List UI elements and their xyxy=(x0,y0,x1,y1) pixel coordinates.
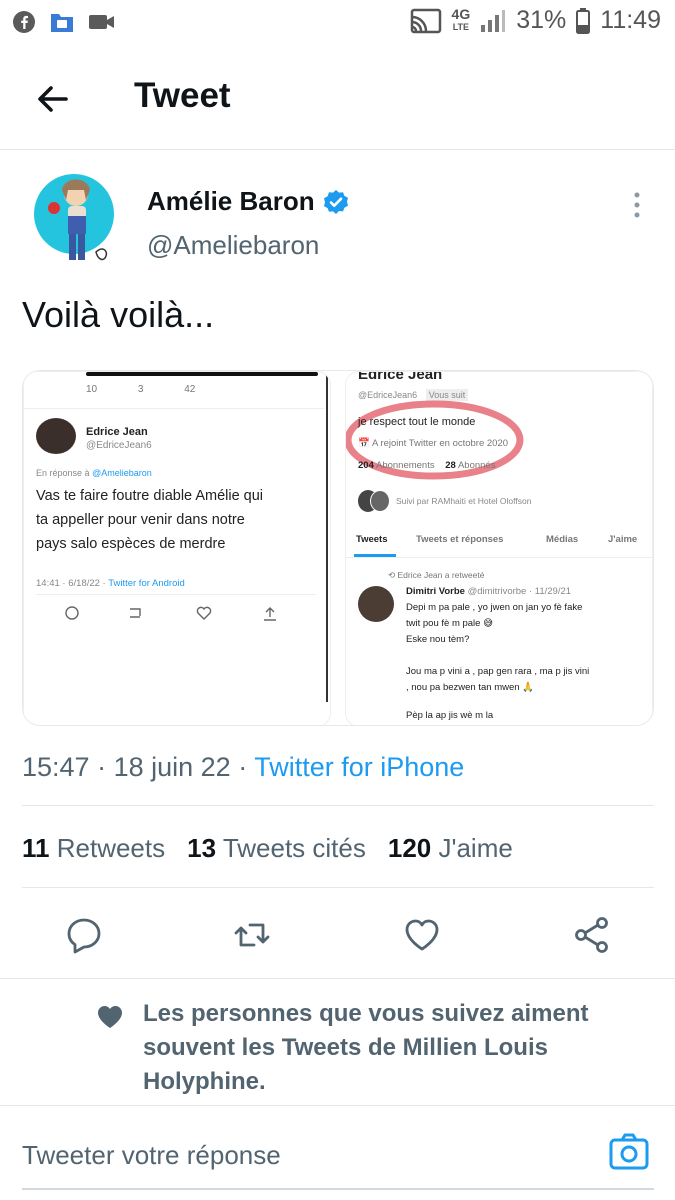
edrice-tweet-line-1: Vas te faire foutre diable Amélie qui xyxy=(36,488,264,504)
signal-icon xyxy=(481,9,506,32)
rt-header: Dimitri Vorbe @dimitrivorbe · 11/29/21 xyxy=(406,586,572,597)
page-title: Tweet xyxy=(134,76,231,115)
author-name[interactable]: Amélie Baron xyxy=(147,186,315,217)
cast-icon xyxy=(410,8,441,33)
share-icon[interactable] xyxy=(572,915,612,955)
verified-badge-icon xyxy=(323,189,348,214)
rt-line-6: , nou pa bezwen tan mwen 🙏 xyxy=(406,682,535,693)
reply-icon[interactable] xyxy=(64,915,104,955)
tab-likes: J'aime xyxy=(608,534,638,545)
network-type: 4G LTE xyxy=(451,5,471,32)
more-options-icon[interactable] xyxy=(628,190,646,220)
divider xyxy=(22,805,654,806)
tweet-timestamp: 15:47 · 18 juin 22 · Twitter for iPhone xyxy=(22,752,465,782)
heart-icon xyxy=(98,1006,122,1028)
followed-by-text: Suivi par RAMhaiti et Hotel Oloffson xyxy=(396,496,532,506)
video-camera-icon xyxy=(89,15,114,29)
reply-composer[interactable]: Tweeter votre réponse xyxy=(0,1106,675,1200)
edrice-tweet-line-3: pays salo espèces de merdre xyxy=(36,536,226,552)
retweet-count: 3 xyxy=(137,384,144,395)
rt-line-2: twit pou fè m pale 😅 xyxy=(406,618,493,629)
author-handle[interactable]: @Ameliebaron xyxy=(147,230,319,261)
tweet-time: 15:47 xyxy=(22,752,90,782)
profile-counts: 204 Abonnements 28 Abonnés xyxy=(358,460,496,471)
tweet-actions xyxy=(0,905,675,965)
tab-tweets-replies: Tweets et réponses xyxy=(416,534,504,545)
profile-bio: je respect tout le monde xyxy=(358,416,476,428)
edrice-handle: @EdriceJean6 xyxy=(86,440,152,451)
profile-name: Edrice Jean xyxy=(358,371,443,383)
divider xyxy=(22,887,654,888)
tweet-date: 18 juin 22 xyxy=(113,752,231,782)
tweet-text: Voilà voilà... xyxy=(22,294,215,335)
social-context-text: Les personnes que vous suivez aiment sou… xyxy=(143,1000,589,1095)
scrollbar xyxy=(326,372,328,702)
author-name-row[interactable]: Amélie Baron xyxy=(147,186,349,217)
reply-count: 10 xyxy=(86,384,98,395)
counts-row: 10 3 42 xyxy=(86,384,195,395)
edrice-avatar xyxy=(36,418,76,454)
camera-icon[interactable] xyxy=(608,1132,650,1172)
tweet-media[interactable]: 10 3 42 Edrice Jean @EdriceJean6 En répo… xyxy=(22,370,654,726)
engagement-stats: 11 Retweets 13 Tweets cités 120 J'aime xyxy=(22,833,513,864)
reply-to-line: En réponse à @Ameliebaron xyxy=(36,468,152,478)
mini-action-icons xyxy=(65,606,276,621)
like-icon[interactable] xyxy=(402,915,442,955)
folder-icon xyxy=(51,14,73,32)
avatar[interactable] xyxy=(30,168,126,272)
battery-icon xyxy=(576,7,591,34)
media-image-left[interactable]: 10 3 42 Edrice Jean @EdriceJean6 En répo… xyxy=(23,371,331,725)
retweet-icon[interactable] xyxy=(232,915,272,955)
facebook-icon xyxy=(13,11,35,33)
tab-tweets: Tweets xyxy=(356,534,388,545)
battery-percent: 31% xyxy=(516,6,567,34)
social-context: Les personnes que vous suivez aiment sou… xyxy=(0,978,675,1106)
rt-avatar xyxy=(358,586,394,622)
top-app-bar: Tweet xyxy=(0,46,675,150)
media-image-right[interactable]: Edrice Jean @EdriceJean6 Vous suit je re… xyxy=(345,371,653,725)
back-arrow-icon[interactable] xyxy=(30,76,76,122)
divider xyxy=(24,408,324,409)
clock: 11:49 xyxy=(600,6,661,34)
quote-tweets-stat[interactable]: 13 Tweets cités xyxy=(187,833,366,864)
retweet-note: ⟲ Edrice Jean a retweeté xyxy=(388,570,485,580)
tab-media: Médias xyxy=(546,534,579,545)
profile-joined: 📅 A rejoint Twitter en octobre 2020 xyxy=(358,438,509,449)
retweets-stat[interactable]: 11 Retweets xyxy=(22,833,165,864)
rt-line-8: Pèp la ap jis wè m la xyxy=(406,710,494,721)
rt-line-1: Depi m pa pale , yo jwen on jan yo fè fa… xyxy=(406,602,583,613)
tab-active-indicator xyxy=(354,554,396,557)
like-count: 42 xyxy=(184,384,196,395)
status-bar: 4G LTE 31% 11:49 xyxy=(0,0,675,46)
reply-input[interactable]: Tweeter votre réponse xyxy=(22,1140,281,1171)
likes-stat[interactable]: 120 J'aime xyxy=(388,833,513,864)
profile-tabs: Tweets Tweets et réponses Médias J'aime xyxy=(346,532,652,558)
rt-line-3: Eske nou tèm? xyxy=(406,634,470,645)
phone-edge xyxy=(86,372,318,376)
divider xyxy=(36,594,316,595)
rt-line-5: Jou ma p vini a , pap gen rara , ma p ji… xyxy=(406,666,590,677)
edrice-tweet-line-2: ta appeller pour venir dans notre xyxy=(36,512,245,528)
reply-underline xyxy=(22,1188,654,1190)
edrice-timestamp: 14:41 · 6/18/22 · Twitter for Android xyxy=(36,578,185,589)
edrice-name: Edrice Jean xyxy=(86,426,148,438)
followed-by-avatars xyxy=(358,490,390,512)
tweet-source-link[interactable]: Twitter for iPhone xyxy=(254,752,464,782)
